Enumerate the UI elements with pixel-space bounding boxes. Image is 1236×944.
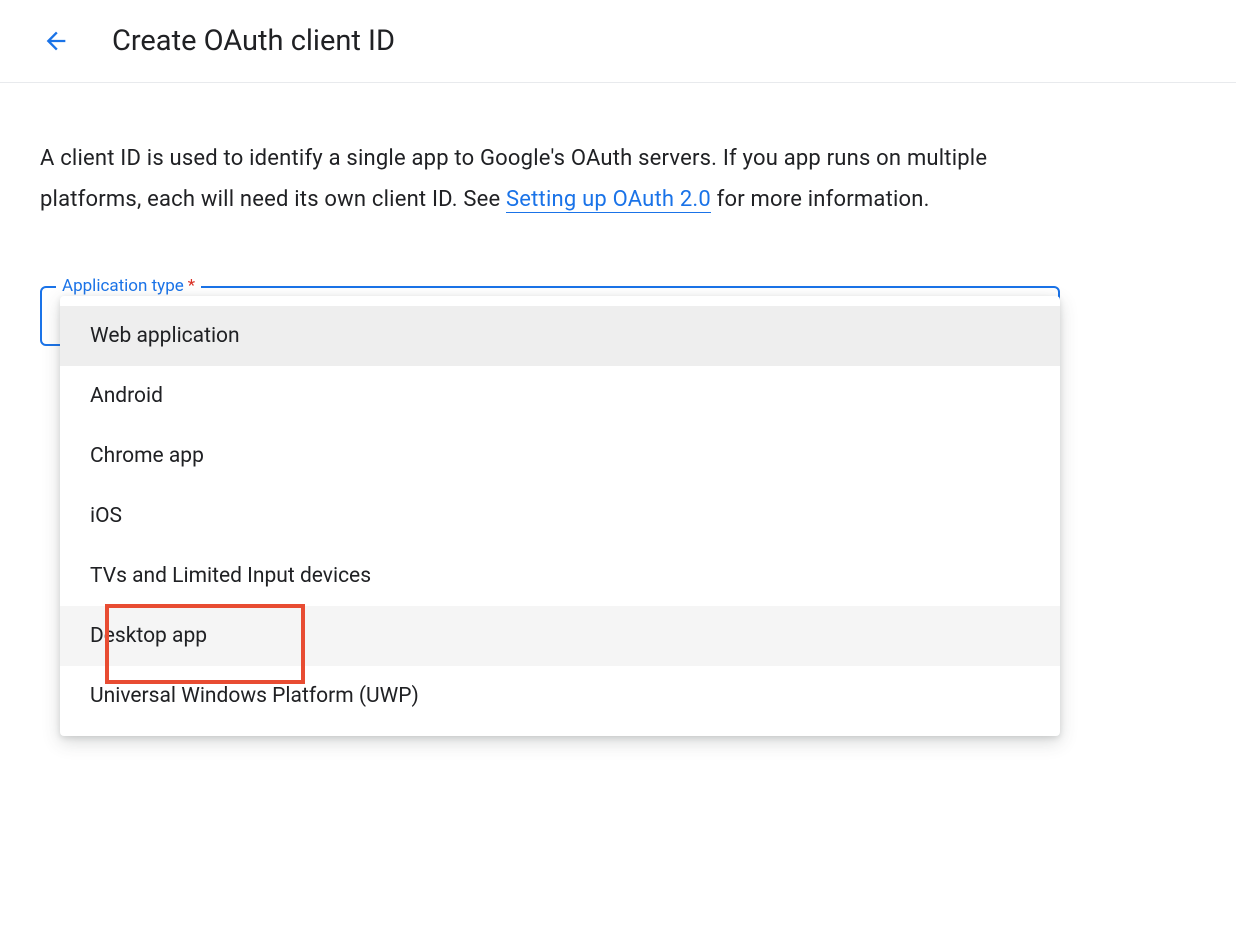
option-chrome-app[interactable]: Chrome app bbox=[60, 426, 1060, 486]
option-tvs-limited-input[interactable]: TVs and Limited Input devices bbox=[60, 546, 1060, 606]
option-desktop-app[interactable]: Desktop app bbox=[60, 606, 1060, 666]
option-label: Android bbox=[90, 384, 163, 408]
setup-oauth-link[interactable]: Setting up OAuth 2.0 bbox=[506, 187, 711, 213]
application-type-dropdown: Web application Android Chrome app iOS T… bbox=[60, 296, 1060, 736]
option-ios[interactable]: iOS bbox=[60, 486, 1060, 546]
page-header: Create OAuth client ID bbox=[0, 0, 1236, 83]
option-label: TVs and Limited Input devices bbox=[90, 564, 371, 588]
option-label: iOS bbox=[90, 504, 122, 528]
content-area: A client ID is used to identify a single… bbox=[0, 83, 1236, 316]
option-label: Universal Windows Platform (UWP) bbox=[90, 684, 419, 708]
field-label: Application type * bbox=[56, 276, 201, 296]
option-label: Desktop app bbox=[90, 624, 207, 648]
field-label-text: Application type bbox=[62, 276, 184, 296]
required-asterisk: * bbox=[188, 276, 195, 296]
page-title: Create OAuth client ID bbox=[112, 24, 395, 58]
option-label: Chrome app bbox=[90, 444, 204, 468]
option-web-application[interactable]: Web application bbox=[60, 306, 1060, 366]
option-uwp[interactable]: Universal Windows Platform (UWP) bbox=[60, 666, 1060, 726]
arrow-left-icon bbox=[42, 27, 70, 55]
option-android[interactable]: Android bbox=[60, 366, 1060, 426]
back-button[interactable] bbox=[40, 25, 72, 57]
description-post-link: for more information. bbox=[711, 187, 930, 212]
option-label: Web application bbox=[90, 324, 240, 348]
description-text: A client ID is used to identify a single… bbox=[40, 139, 1040, 220]
